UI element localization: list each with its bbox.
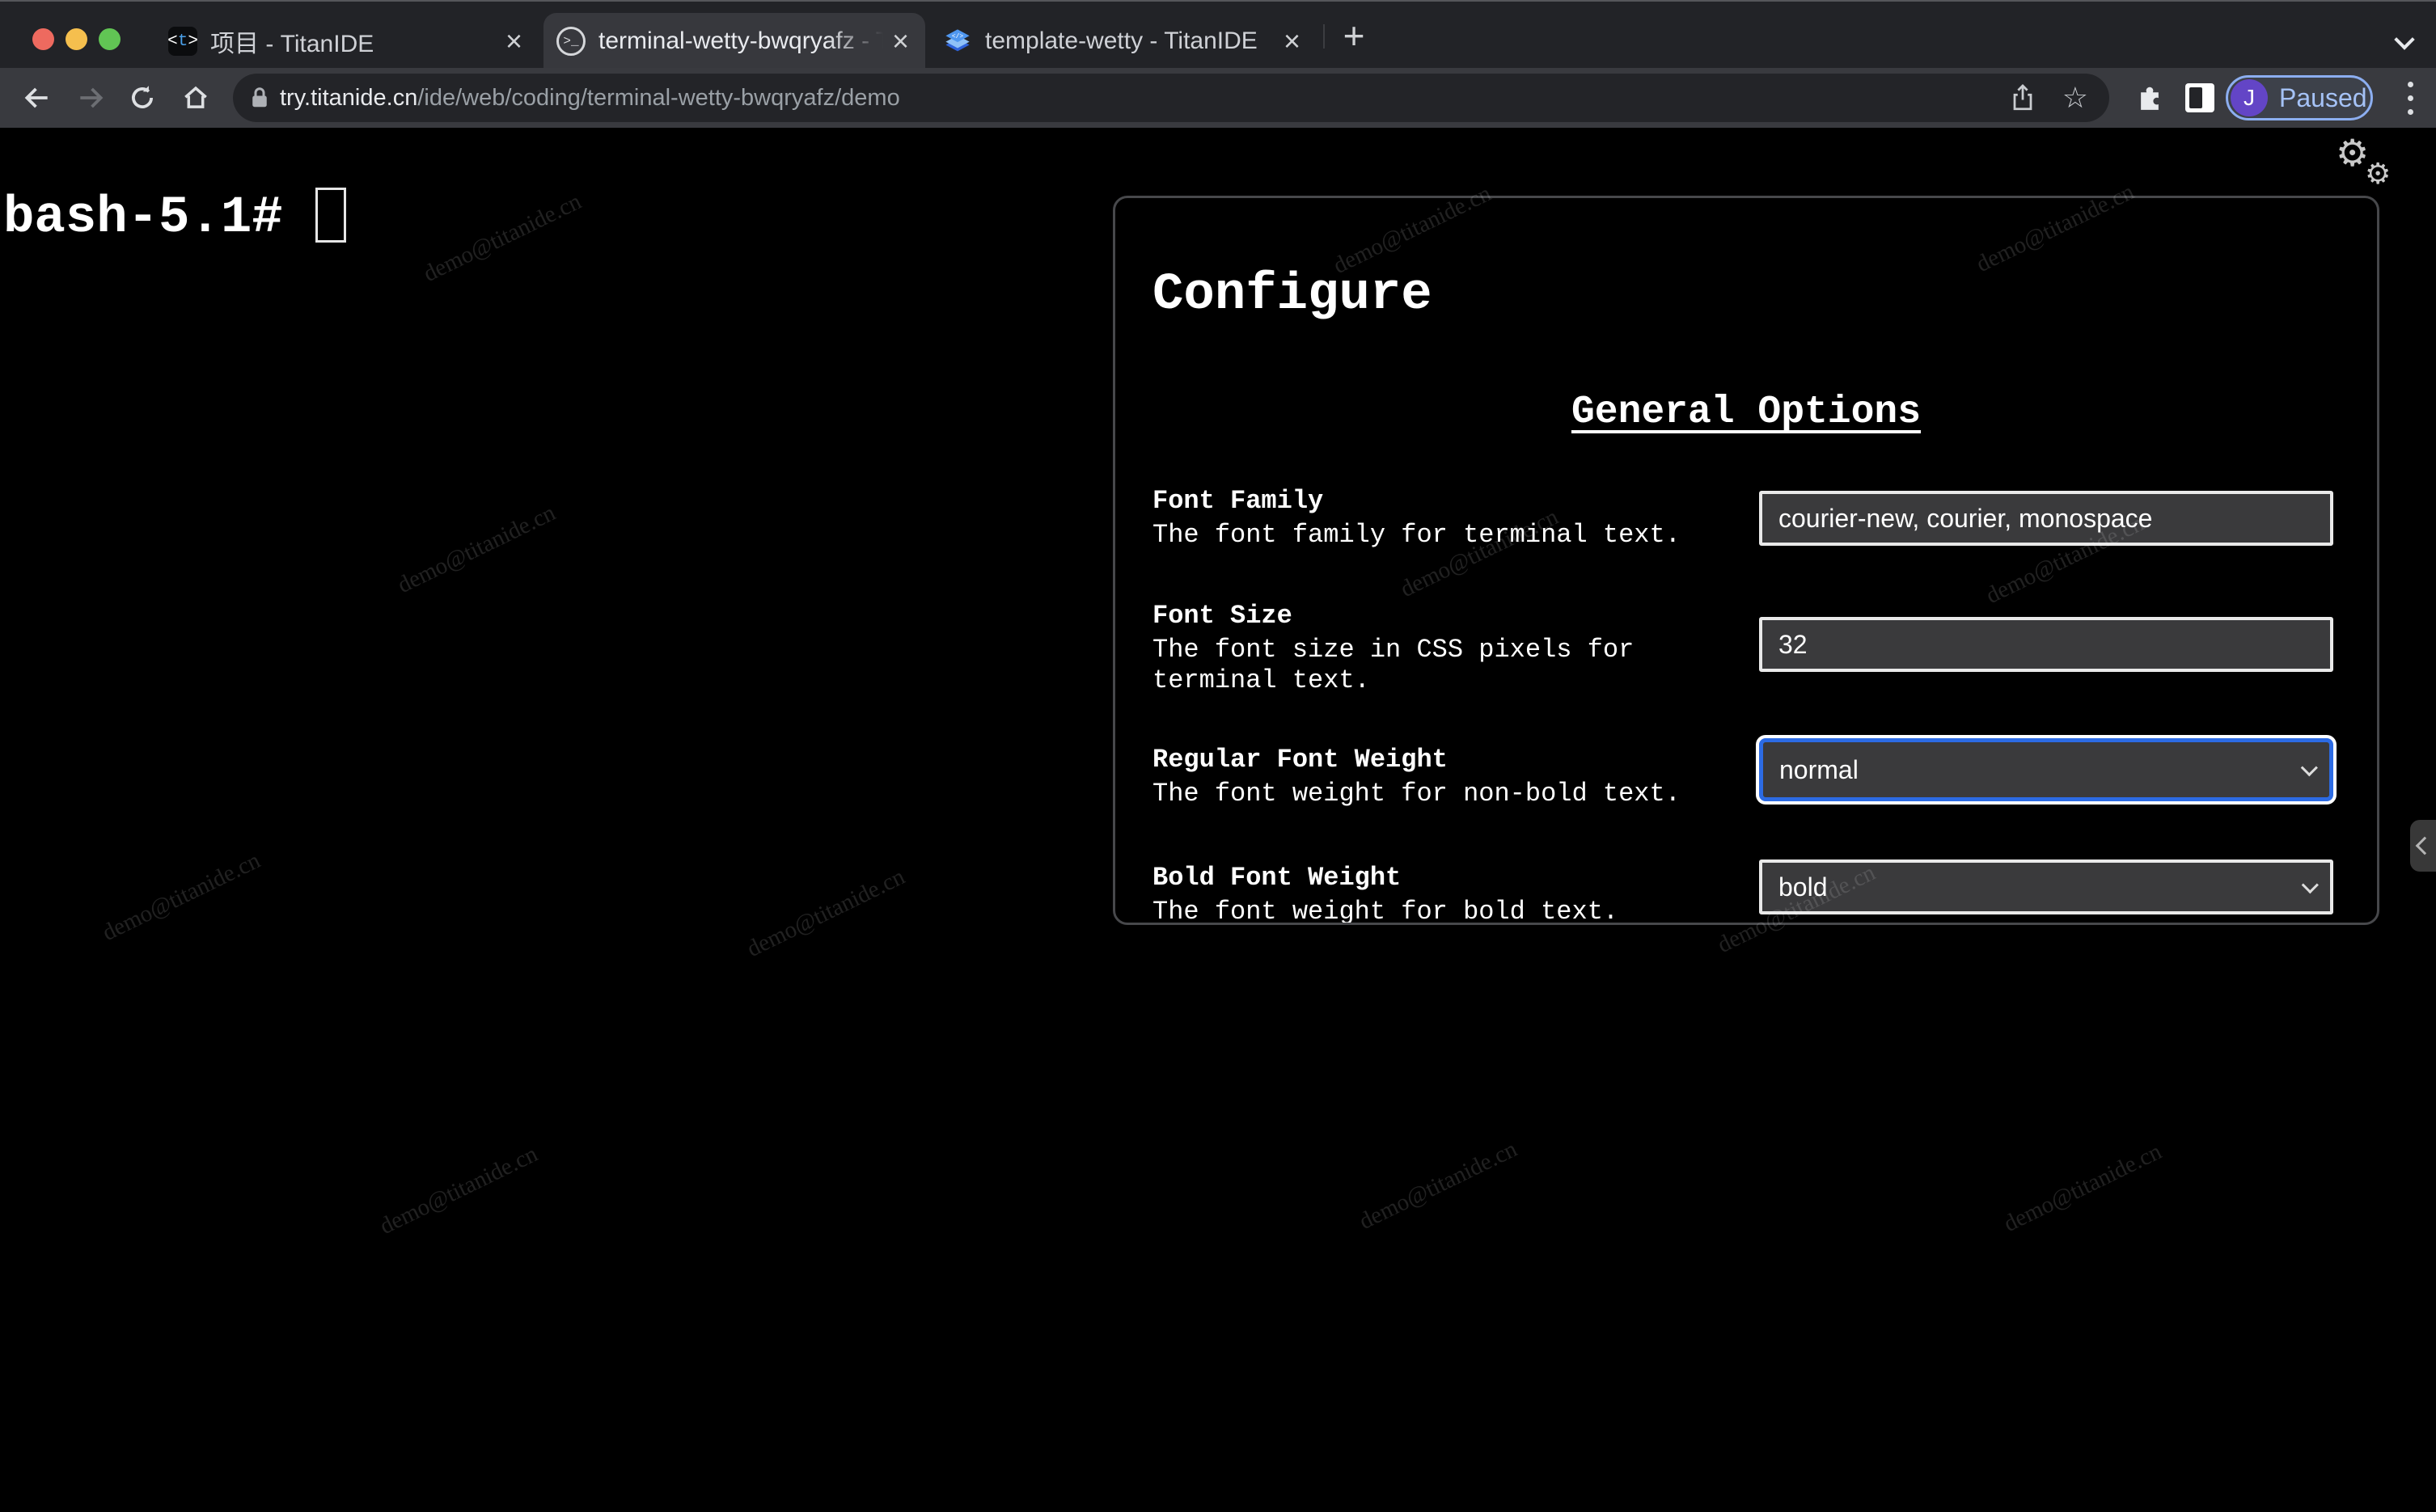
regular-font-weight-description: The font weight for non-bold text.	[1152, 779, 1681, 809]
drawer-collapse-handle[interactable]	[2410, 820, 2436, 872]
browser-toolbar: try.titanide.cn/ide/web/coding/terminal-…	[0, 68, 2436, 128]
font-size-input[interactable]: 32	[1759, 617, 2333, 672]
tab-title: terminal-wetty-bwqryafz - Tita	[598, 27, 883, 55]
font-family-label: Font Family	[1152, 486, 1324, 516]
back-button[interactable]	[15, 68, 60, 128]
regular-font-weight-label: Regular Font Weight	[1152, 745, 1448, 775]
font-family-input[interactable]: courier-new, courier, monospace	[1759, 491, 2333, 546]
select-chevron-icon	[2301, 876, 2319, 893]
font-family-value: courier-new, courier, monospace	[1778, 503, 2153, 533]
bookmark-star-icon[interactable]: ☆	[2062, 83, 2088, 112]
tab-close-icon[interactable]: ×	[889, 27, 912, 56]
font-family-description: The font family for terminal text.	[1152, 520, 1681, 550]
select-chevron-icon	[2300, 758, 2318, 776]
tab-close-icon[interactable]: ×	[502, 27, 526, 56]
tab-divider	[1323, 24, 1325, 49]
terminal-page: bash-5.1# ⚙ ⚙ Configure General Options …	[0, 128, 2436, 1512]
font-size-label: Font Size	[1152, 601, 1292, 631]
tab-search-chevron-icon[interactable]	[2396, 31, 2413, 49]
regular-font-weight-select[interactable]: normal	[1759, 738, 2333, 801]
browser-window: { "browser": { "traffic_lights": { "clos…	[0, 0, 2436, 1512]
configure-panel: Configure General Options Font Family Th…	[1113, 196, 2379, 925]
font-size-value: 32	[1778, 629, 1808, 659]
regular-font-weight-value: normal	[1779, 754, 1859, 784]
url-domain: try.titanide.cn	[280, 84, 418, 111]
side-panel-icon[interactable]	[2177, 68, 2222, 128]
terminal-favicon: >_	[556, 27, 586, 56]
lock-icon[interactable]	[249, 86, 270, 110]
tab-title: template-wetty - TitanIDE	[985, 27, 1258, 54]
bold-font-weight-description: The font weight for bold text.	[1152, 897, 1619, 925]
forward-button[interactable]	[68, 68, 113, 128]
profile-paused-badge[interactable]: J Paused	[2226, 75, 2373, 120]
url-path: /ide/web/coding/terminal-wetty-bwqryafz/…	[417, 84, 900, 111]
template-favicon: </>	[943, 27, 972, 56]
home-button[interactable]	[173, 68, 218, 128]
tab-template-wetty[interactable]: </> template-wetty - TitanIDE ×	[930, 13, 1317, 70]
url-text: try.titanide.cn/ide/web/coding/terminal-…	[280, 85, 900, 112]
bold-font-weight-value: bold	[1778, 872, 1828, 902]
terminal-prompt: bash-5.1#	[3, 189, 283, 247]
window-zoom-button[interactable]	[99, 28, 121, 50]
panel-title: Configure	[1152, 266, 1432, 324]
profile-avatar: J	[2231, 79, 2268, 116]
terminal-cursor[interactable]	[315, 188, 346, 243]
share-icon[interactable]	[2011, 83, 2035, 112]
tab-project-titanide[interactable]: < t > 项目 - TitanIDE ×	[155, 13, 539, 70]
paused-label: Paused	[2279, 82, 2367, 112]
window-minimize-button[interactable]	[66, 28, 87, 50]
extensions-puzzle-icon[interactable]	[2127, 68, 2172, 128]
browser-menu-kebab-icon[interactable]	[2387, 68, 2433, 128]
window-close-button[interactable]	[32, 28, 54, 50]
settings-gear-icon-small[interactable]: ⚙	[2365, 160, 2391, 189]
bold-font-weight-label: Bold Font Weight	[1152, 863, 1402, 893]
title-fade	[827, 27, 883, 55]
font-size-description: The font size in CSS pixels for terminal…	[1152, 635, 1635, 695]
tab-title: 项目 - TitanIDE	[210, 31, 374, 57]
section-heading-general-options: General Options	[1571, 391, 1922, 434]
tab-strip: < t > 项目 - TitanIDE × >_ terminal-wetty-bw…	[0, 0, 2436, 70]
reload-button[interactable]	[120, 68, 165, 128]
titanide-favicon: < t >	[167, 27, 198, 56]
tab-close-icon[interactable]: ×	[1280, 27, 1304, 56]
tab-terminal-wetty[interactable]: >_ terminal-wetty-bwqryafz - Tita ×	[543, 13, 925, 70]
new-tab-button[interactable]: +	[1333, 13, 1375, 58]
bold-font-weight-select[interactable]: bold	[1759, 859, 2333, 914]
address-bar[interactable]: try.titanide.cn/ide/web/coding/terminal-…	[233, 74, 2109, 122]
svg-text:</>: </>	[952, 33, 963, 40]
